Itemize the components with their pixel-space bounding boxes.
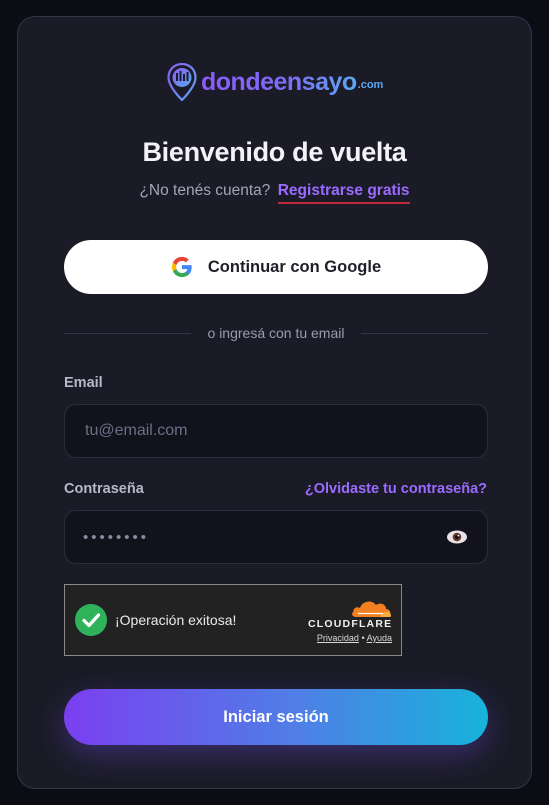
captcha-widget[interactable]: ¡Operación exitosa! CLOUDFLARE Privacida… [64,584,402,656]
email-input[interactable] [83,421,469,441]
google-button-label: Continuar con Google [207,257,382,276]
success-check-icon [75,604,107,636]
captcha-link-separator: • [361,633,365,643]
map-pin-logo-icon [167,63,197,101]
signup-prompt-text: ¿No tenés cuenta? [139,182,271,199]
logo-wordmark: dondeensayo [201,67,357,96]
divider-line-left [64,332,191,334]
page-title: Bienvenido de vuelta [142,137,407,167]
cloudflare-cloud-icon [352,601,391,617]
email-field[interactable] [64,404,488,458]
register-link[interactable]: Registrarse gratis [277,182,410,204]
login-submit-button[interactable]: Iniciar sesión [64,689,488,745]
login-card: dondeensayo .com Bienvenido de vuelta ¿N… [17,16,532,789]
captcha-links: Privacidad • Ayuda [308,633,392,643]
email-label: Email [64,375,103,391]
captcha-help-link[interactable]: Ayuda [367,633,392,643]
divider-text: o ingresá con tu email [207,325,345,341]
password-input[interactable]: •••••••• [83,529,445,546]
password-label: Contraseña [64,481,144,497]
google-signin-button[interactable]: Continuar con Google [64,240,488,294]
password-field[interactable]: •••••••• [64,510,488,564]
logo-tld: .com [357,79,384,91]
logo[interactable]: dondeensayo .com [167,63,383,101]
cloudflare-wordmark: CLOUDFLARE [308,618,393,630]
signup-prompt: ¿No tenés cuenta? Registrarse gratis [18,182,531,204]
google-icon [171,256,192,278]
eye-icon[interactable] [445,525,469,549]
captcha-status: ¡Operación exitosa! [115,612,237,628]
captcha-privacy-link[interactable]: Privacidad [317,633,359,643]
divider: o ingresá con tu email [64,323,488,343]
forgot-password-link[interactable]: ¿Olvidaste tu contraseña? [305,481,487,497]
cloudflare-brand: CLOUDFLARE Privacidad • Ayuda [308,597,392,643]
divider-line-right [361,332,488,334]
